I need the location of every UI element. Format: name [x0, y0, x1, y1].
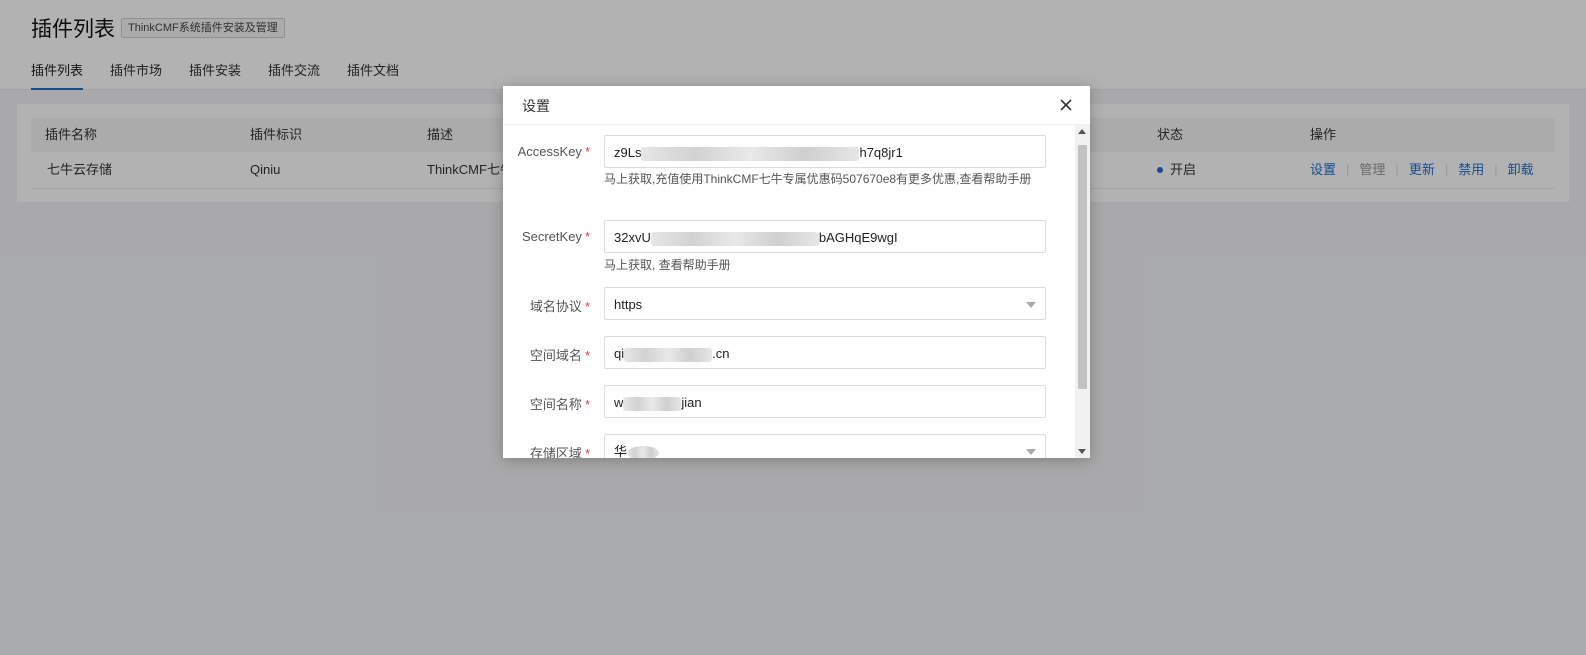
space-name-value-start: w: [614, 395, 624, 410]
accesskey-label-text: AccessKey: [517, 144, 582, 159]
redacted-blur: [641, 146, 860, 161]
redacted-blur: [650, 231, 819, 246]
modal-title: 设置: [522, 98, 550, 114]
space-domain-label-text: 空间域名: [529, 348, 582, 363]
accesskey-label: AccessKey *: [503, 144, 590, 159]
required-mark: *: [584, 144, 590, 159]
required-mark: *: [584, 299, 590, 314]
secretkey-value-start: 32xvU: [614, 230, 651, 245]
close-button[interactable]: [1055, 94, 1077, 116]
space-domain-label: 空间域名 *: [503, 345, 590, 364]
space-domain-value-start: qi: [614, 346, 625, 361]
space-name-value-end: jian: [681, 395, 702, 410]
chevron-down-icon: [1026, 449, 1036, 455]
space-name-label: 空间名称 *: [503, 394, 590, 413]
required-mark: *: [584, 348, 590, 363]
scroll-up-arrow-icon[interactable]: [1078, 129, 1086, 134]
required-mark: *: [584, 397, 590, 412]
redacted-blur: [627, 445, 660, 458]
accesskey-value-end: h7q8jr1: [859, 145, 903, 160]
secretkey-input[interactable]: 32xvU bAGHqE9wgI: [604, 220, 1046, 253]
protocol-value: https: [614, 297, 643, 312]
modal-body: AccessKey * z9Ls h7q8jr1 马上获取,充值使用ThinkCMF…: [503, 125, 1075, 458]
secretkey-label-text: SecretKey: [521, 229, 582, 244]
settings-modal: 设置 AccessKey * z9Ls h7q8jr1 马上获取,充值使用Think…: [503, 86, 1090, 458]
required-mark: *: [584, 446, 590, 458]
storage-region-select[interactable]: 华: [604, 434, 1046, 458]
space-name-label-text: 空间名称: [529, 397, 582, 412]
accesskey-value-start: z9Ls: [614, 145, 642, 160]
redacted-blur: [623, 396, 682, 411]
modal-header: 设置: [503, 86, 1090, 125]
close-icon: [1060, 99, 1072, 111]
secretkey-label: SecretKey *: [503, 229, 590, 244]
accesskey-input[interactable]: z9Ls h7q8jr1: [604, 135, 1046, 168]
modal-scrollbar[interactable]: [1075, 125, 1090, 458]
space-name-input[interactable]: w jian: [604, 385, 1046, 418]
storage-region-value: 华: [614, 444, 628, 458]
protocol-select[interactable]: https: [604, 287, 1046, 320]
scroll-down-arrow-icon[interactable]: [1078, 449, 1086, 454]
accesskey-help-text: 马上获取,充值使用ThinkCMF七牛专属优惠码507670e8有更多优惠,查看…: [604, 172, 1032, 186]
scroll-thumb[interactable]: [1078, 145, 1087, 389]
required-mark: *: [584, 229, 590, 244]
space-domain-input[interactable]: qi .cn: [604, 336, 1046, 369]
page: 插件列表 ThinkCMF系统插件安装及管理 插件列表 插件市场 插件安装 插件…: [0, 0, 1586, 655]
storage-region-label: 存储区域 *: [503, 443, 590, 458]
redacted-blur: [624, 347, 713, 362]
secretkey-help-text: 马上获取, 查看帮助手册: [604, 258, 731, 272]
protocol-label-text: 域名协议: [529, 299, 582, 314]
secretkey-value-end: bAGHqE9wgI: [818, 230, 898, 245]
space-domain-value-end: .cn: [712, 346, 730, 361]
storage-region-label-text: 存储区域: [529, 446, 582, 458]
chevron-down-icon: [1026, 302, 1036, 308]
protocol-label: 域名协议 *: [503, 296, 590, 315]
